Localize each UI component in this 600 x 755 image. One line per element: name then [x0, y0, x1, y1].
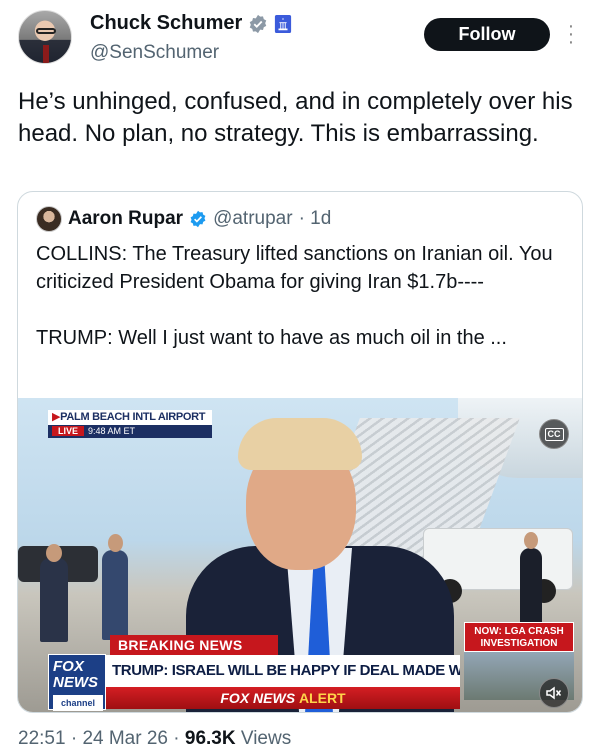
closed-captions-icon[interactable]: CC	[539, 419, 569, 449]
quote-time: · 1d	[298, 208, 332, 229]
broadcast-time: 9:48 AM ET	[88, 426, 136, 436]
quote-author-name[interactable]: Aaron Rupar	[68, 208, 183, 230]
tweet-date[interactable]: 24 Mar 26	[82, 728, 168, 749]
verified-badge-icon	[250, 14, 267, 33]
author-avatar[interactable]	[18, 10, 72, 64]
live-badge: LIVE	[52, 426, 85, 436]
views-label: Views	[240, 728, 292, 749]
tweet-time[interactable]: 22:51	[18, 728, 66, 749]
more-options-icon[interactable]: · · ·	[564, 16, 578, 52]
author-handle[interactable]: @SenSchumer	[90, 42, 219, 64]
fox-news-logo: FOX NEWS channel	[48, 654, 106, 711]
tweet-header: Chuck Schumer @SenSchumer Follow · · ·	[0, 0, 600, 80]
speaker-hair	[238, 418, 362, 470]
video-player[interactable]: ▶PALM BEACH INTL AIRPORT LIVE 9:48 AM ET …	[18, 398, 582, 712]
guard-head	[108, 534, 123, 552]
avatar-glasses	[36, 28, 56, 34]
person-head	[524, 532, 538, 549]
tweet-meta: 22:51 · 24 Mar 26 · 96.3K Views	[18, 728, 292, 749]
breaking-news-label: BREAKING NEWS	[110, 635, 278, 655]
tweet-text: He’s unhinged, confused, and in complete…	[18, 88, 573, 147]
fox-news-alert: FOX NEWS ALERT	[106, 687, 460, 709]
quoted-tweet[interactable]: Aaron Rupar @atrupar · 1d COLLINS: The T…	[17, 191, 583, 713]
author-name-row: Chuck Schumer	[90, 12, 292, 35]
location-banner: ▶PALM BEACH INTL AIRPORT LIVE 9:48 AM ET	[48, 410, 212, 440]
news-headline: TRUMP: ISRAEL WILL BE HAPPY IF DEAL MADE…	[106, 655, 460, 687]
now-banner: NOW: LGA CRASH INVESTIGATION	[464, 622, 574, 652]
views-count[interactable]: 96.3K	[185, 728, 236, 749]
quote-author-avatar[interactable]	[36, 206, 62, 232]
government-icon	[275, 14, 292, 33]
author-name[interactable]: Chuck Schumer	[90, 12, 242, 35]
quote-text: COLLINS: The Treasury lifted sanctions o…	[36, 243, 553, 349]
follow-button[interactable]: Follow	[424, 18, 550, 51]
avatar-tie	[43, 45, 49, 63]
truck	[423, 528, 573, 603]
person	[40, 558, 68, 642]
location-text: PALM BEACH INTL AIRPORT	[60, 411, 206, 423]
quote-header: Aaron Rupar @atrupar · 1d	[36, 206, 331, 232]
quote-author-handle[interactable]: @atrupar	[213, 208, 293, 230]
person-head	[46, 544, 62, 562]
mute-icon[interactable]	[539, 678, 569, 708]
guard	[102, 550, 128, 640]
verified-badge-icon	[190, 210, 206, 228]
